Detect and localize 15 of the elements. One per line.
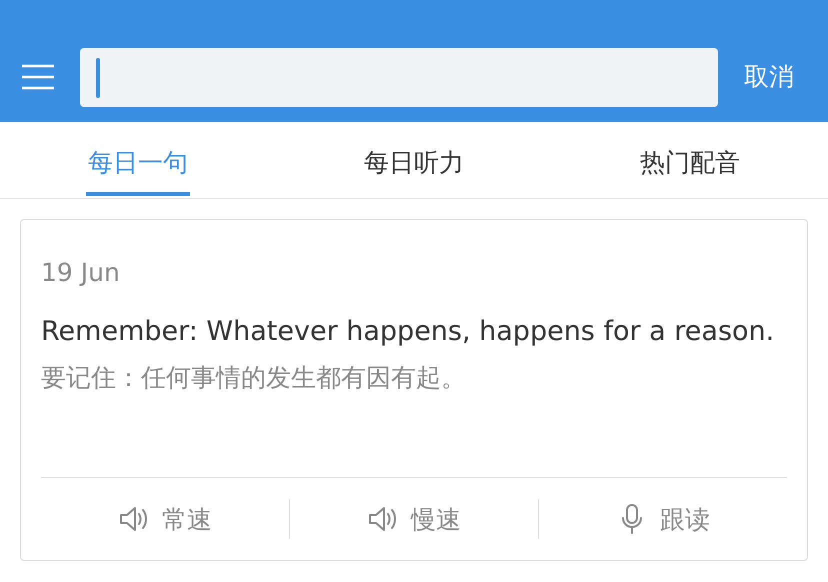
tab[interactable]: 热门配音 xyxy=(638,122,742,196)
search-field[interactable] xyxy=(80,48,718,107)
date-text: 19 Jun xyxy=(41,258,121,287)
cancel-button[interactable]: 取消 xyxy=(744,60,794,93)
chinese-translation: 要记住：任何事情的发生都有因有起。 xyxy=(41,362,467,394)
play-button[interactable]: 常速 xyxy=(41,499,289,539)
menu-icon[interactable] xyxy=(20,63,56,91)
play-button[interactable]: 慢速 xyxy=(289,499,538,539)
button-label: 常速 xyxy=(162,504,212,536)
english-sentence: Remember: Whatever happens, happens for a reason. xyxy=(41,315,776,349)
tab[interactable]: 每日听力 xyxy=(362,122,466,196)
button-label: 慢速 xyxy=(411,504,461,536)
button-label: 跟读 xyxy=(660,504,710,536)
play-button[interactable]: 跟读 xyxy=(538,499,787,539)
tab[interactable]: 每日一句 xyxy=(86,122,190,196)
